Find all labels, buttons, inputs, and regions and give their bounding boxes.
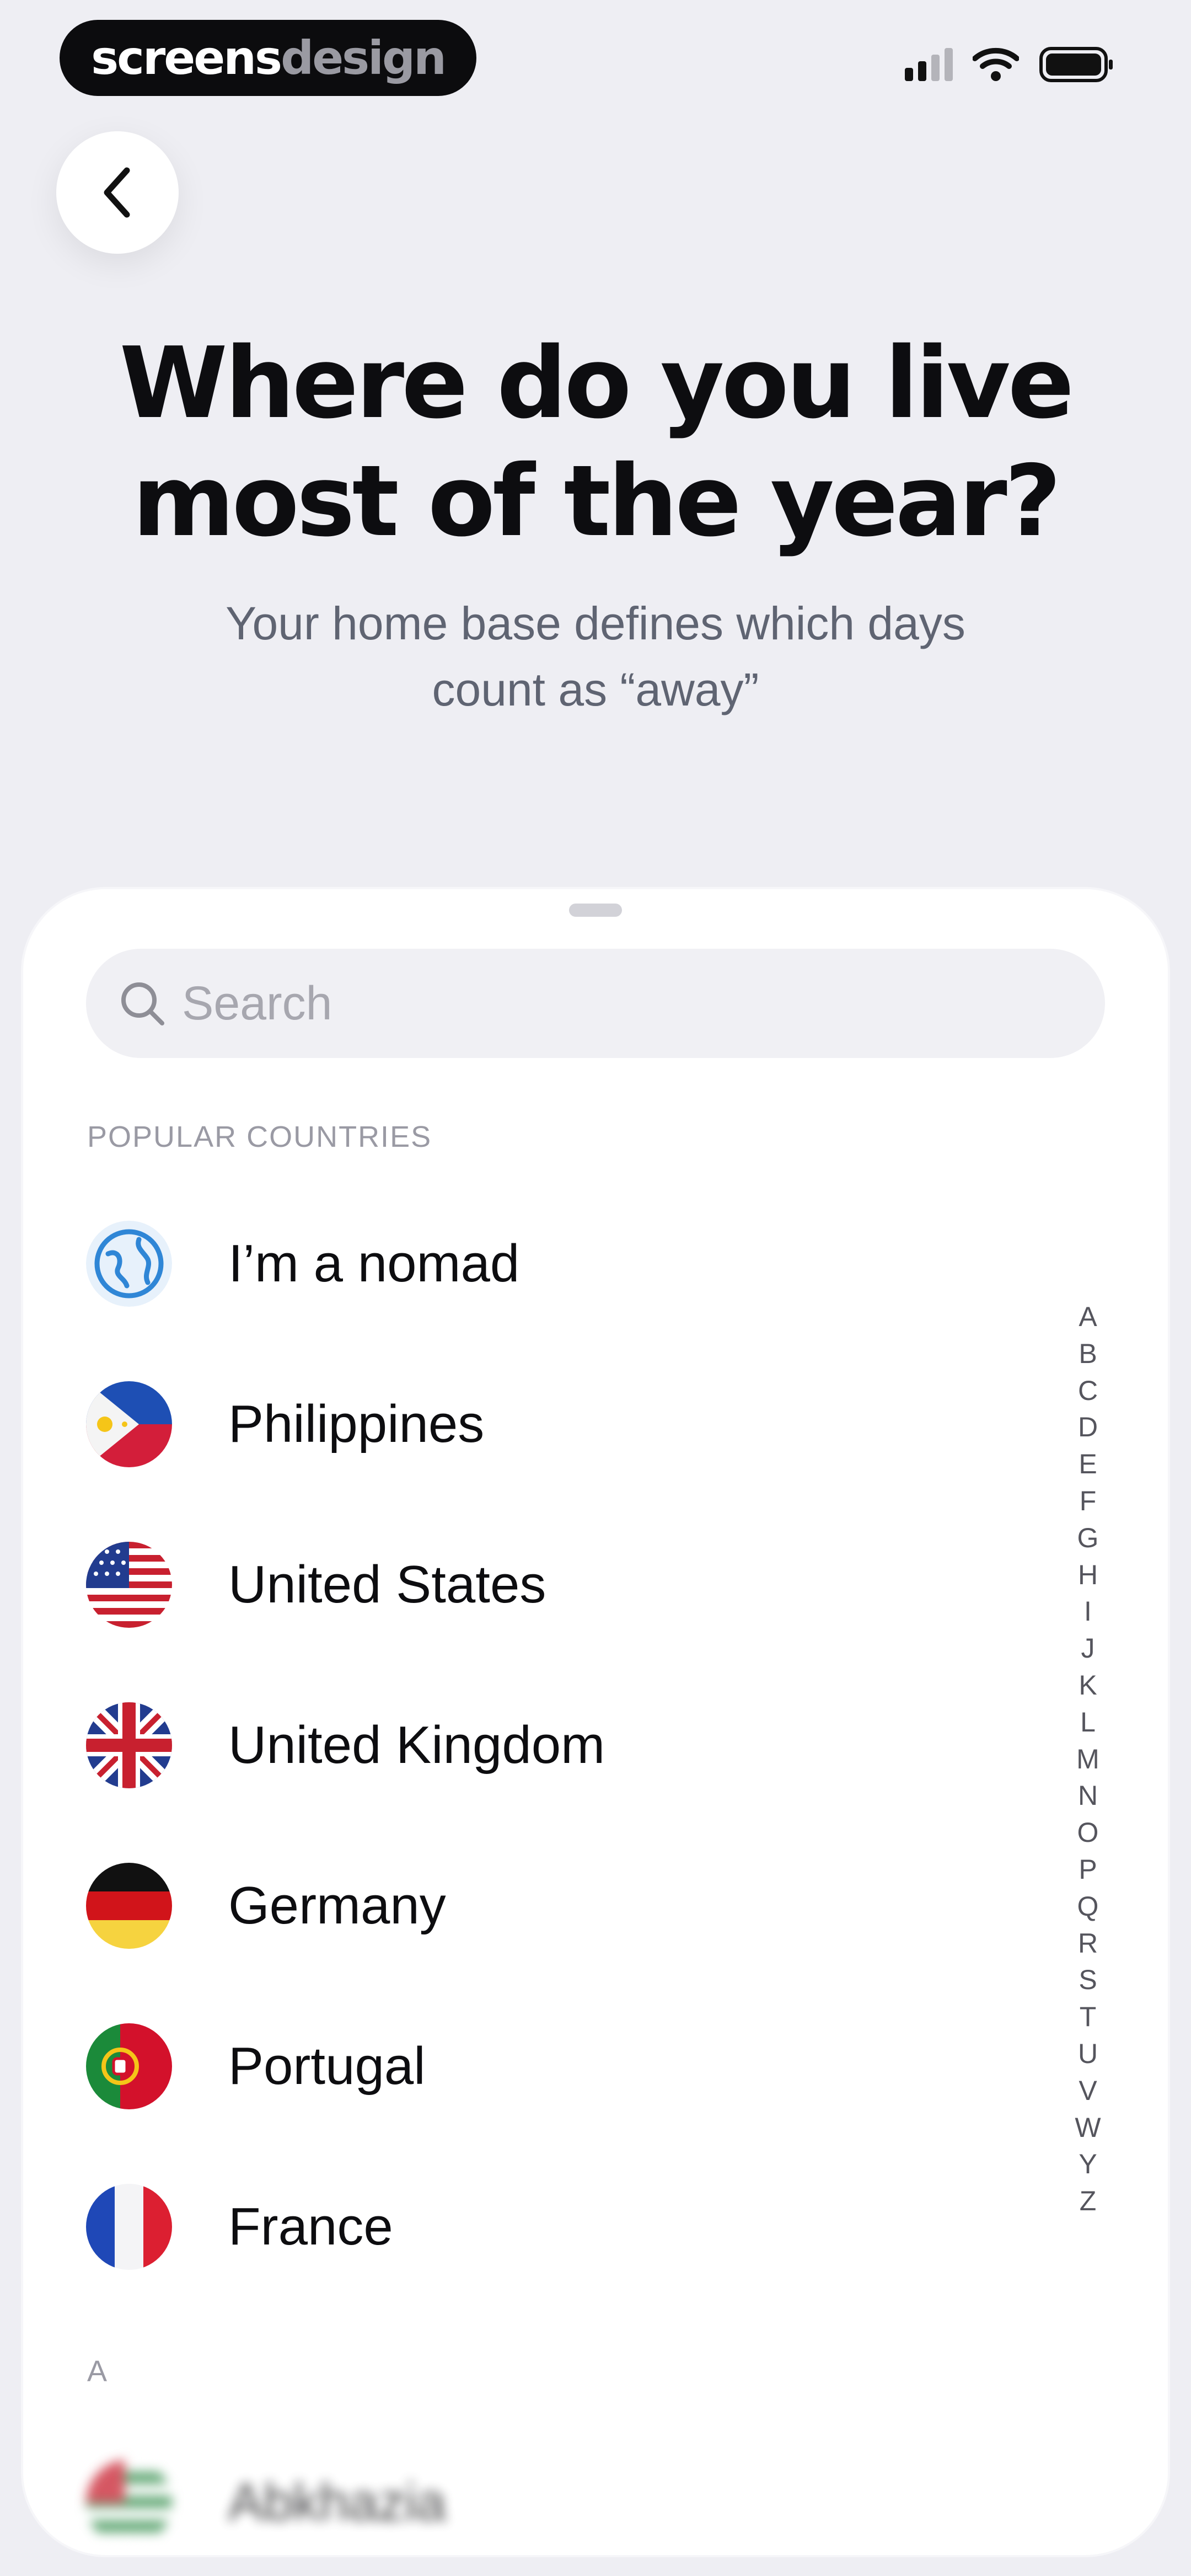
- flag-united-states-icon: [86, 1542, 172, 1628]
- globe-icon: [86, 1221, 172, 1307]
- page-title-line-1: Where do you live: [119, 326, 1075, 440]
- list-item-france[interactable]: France: [73, 2158, 1043, 2296]
- alphabet-index-letter-h[interactable]: H: [1063, 1557, 1113, 1594]
- page-subtitle-line-2: count as “away”: [432, 664, 759, 715]
- wifi-icon: [973, 47, 1019, 81]
- alphabet-index-letter-f[interactable]: F: [1063, 1483, 1113, 1520]
- list-item-label: Philippines: [228, 1394, 485, 1453]
- alphabet-index-letter-j[interactable]: J: [1063, 1630, 1113, 1667]
- flag-portugal-icon: [86, 2023, 172, 2109]
- page-title-line-2: most of the year?: [132, 444, 1061, 558]
- alphabet-index-letter-u[interactable]: U: [1063, 2035, 1113, 2072]
- alphabet-index-letter-c[interactable]: C: [1063, 1372, 1113, 1409]
- list-item-label: I’m a nomad: [228, 1234, 520, 1293]
- list-item-label: France: [228, 2197, 393, 2256]
- alphabet-index-letter-y[interactable]: Y: [1063, 2146, 1113, 2183]
- screen: screens design Where do you live most of …: [0, 0, 1191, 2576]
- flag-germany-icon: [86, 1863, 172, 1949]
- alphabet-index-letter-z[interactable]: Z: [1063, 2183, 1113, 2220]
- alphabet-index-letter-b[interactable]: B: [1063, 1335, 1113, 1372]
- list-item-portugal[interactable]: Portugal: [73, 1997, 1043, 2135]
- list-item-united-kingdom[interactable]: United Kingdom: [73, 1676, 1043, 1814]
- alphabet-index-letter-p[interactable]: P: [1063, 1851, 1113, 1888]
- country-picker-sheet: POPULAR COUNTRIES I’m a nomad: [23, 889, 1168, 2555]
- sheet-grabber[interactable]: [569, 904, 622, 917]
- section-header-a: A: [87, 2355, 109, 2388]
- page-subtitle: Your home base defines which days count …: [165, 590, 1026, 723]
- search-icon: [121, 982, 164, 1025]
- list-item-label: Portugal: [228, 2037, 426, 2096]
- chevron-left-icon: [104, 167, 130, 218]
- alphabet-index-letter-l[interactable]: L: [1063, 1704, 1113, 1741]
- alphabet-index-letter-s[interactable]: S: [1063, 1962, 1113, 1998]
- flag-philippines-icon: [86, 1381, 172, 1467]
- alphabet-index-letter-e[interactable]: E: [1063, 1446, 1113, 1483]
- signal-icon: [905, 48, 953, 81]
- list-item-label: United States: [228, 1555, 546, 1614]
- alphabet-index-letter-v[interactable]: V: [1063, 2072, 1113, 2109]
- back-button[interactable]: [56, 131, 179, 254]
- alphabet-index-letter-a[interactable]: A: [1063, 1298, 1113, 1335]
- brand-watermark: screens design: [60, 20, 476, 96]
- flag-united-kingdom-icon: [86, 1702, 172, 1788]
- list-item-label: Germany: [228, 1876, 446, 1935]
- alphabet-index-letter-o[interactable]: O: [1063, 1814, 1113, 1851]
- search-input[interactable]: [182, 949, 1064, 1058]
- list-item-nomad[interactable]: I’m a nomad: [73, 1195, 1043, 1333]
- alphabet-index-letter-d[interactable]: D: [1063, 1409, 1113, 1446]
- alphabet-index-letter-t[interactable]: T: [1063, 1998, 1113, 2035]
- search-bar[interactable]: [86, 949, 1105, 1058]
- list-item-united-states[interactable]: United States: [73, 1516, 1043, 1654]
- alphabet-index-letter-k[interactable]: K: [1063, 1667, 1113, 1704]
- alphabet-index-letter-m[interactable]: M: [1063, 1741, 1113, 1778]
- alphabet-index[interactable]: ABCDEFGHIJKLMNOPQRSTUVWYZ: [1063, 1298, 1113, 2220]
- list-item-philippines[interactable]: Philippines: [73, 1355, 1043, 1493]
- brand-text-primary: screens: [91, 31, 282, 85]
- battery-icon: [1039, 47, 1113, 82]
- alphabet-index-letter-w[interactable]: W: [1063, 2109, 1113, 2146]
- brand-text-secondary: design: [281, 31, 447, 85]
- alphabet-index-letter-g[interactable]: G: [1063, 1520, 1113, 1557]
- list-item-germany[interactable]: Germany: [73, 1837, 1043, 1975]
- list-item-label: United Kingdom: [228, 1715, 605, 1775]
- status-icons: [905, 46, 1115, 83]
- alphabet-index-letter-q[interactable]: Q: [1063, 1888, 1113, 1925]
- flag-france-icon: [86, 2184, 172, 2270]
- section-header-popular: POPULAR COUNTRIES: [87, 1120, 432, 1153]
- page-subtitle-line-1: Your home base defines which days: [226, 597, 965, 649]
- list-item-abkhazia[interactable]: Abkhazia: [73, 2434, 1043, 2555]
- page-title: Where do you live most of the year?: [0, 324, 1191, 560]
- list-item-label: Abkhazia: [228, 2473, 446, 2532]
- alphabet-index-letter-r[interactable]: R: [1063, 1925, 1113, 1962]
- flag-abkhazia-icon: [86, 2460, 172, 2546]
- alphabet-index-letter-n[interactable]: N: [1063, 1777, 1113, 1814]
- alphabet-index-letter-i[interactable]: I: [1063, 1593, 1113, 1630]
